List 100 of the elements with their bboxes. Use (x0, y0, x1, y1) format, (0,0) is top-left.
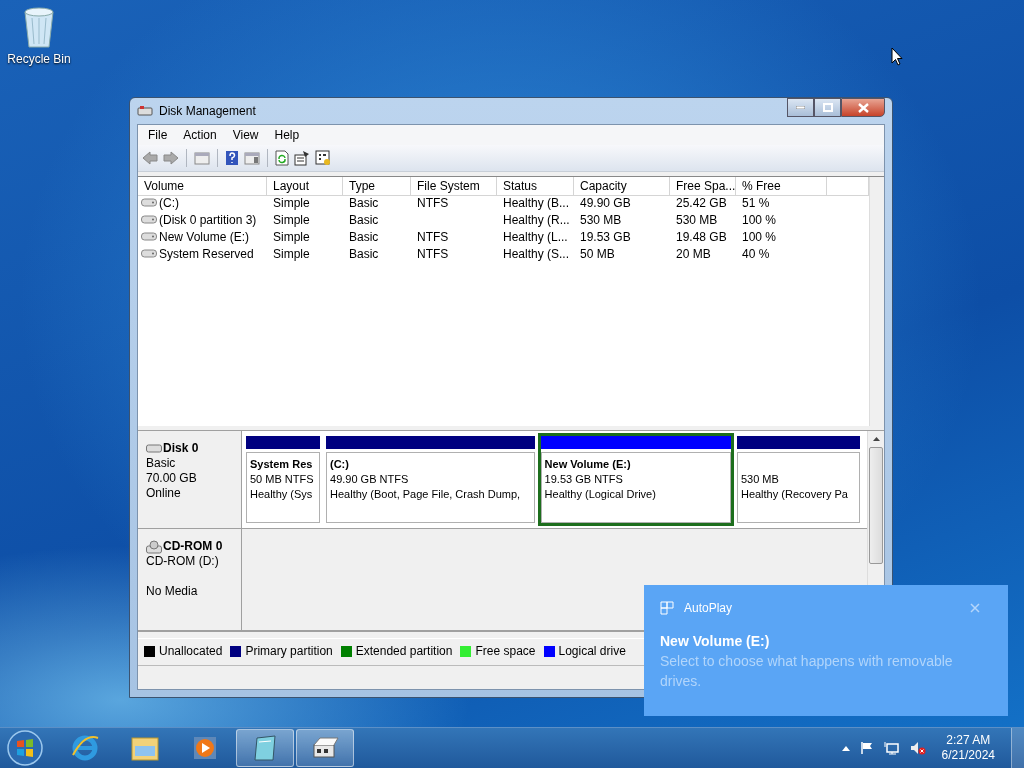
table-cell: System Reserved (159, 246, 254, 261)
recycle-bin-icon[interactable] (22, 6, 56, 48)
cd-drive-icon (146, 539, 162, 554)
disk-icon (311, 735, 339, 761)
table-cell-text: Basic (348, 211, 380, 228)
disk-status: Online (146, 486, 182, 501)
desktop-icon-label[interactable]: Recycle Bin (7, 52, 71, 66)
partition-status: Healthy (Recovery Pa (740, 487, 849, 502)
disk-status: No Media (146, 584, 199, 599)
table-cell-text: 49.90 GB (579, 194, 632, 211)
table-cell-text: 40 % (741, 245, 771, 262)
notepad-icon (251, 734, 279, 762)
drive-icon (146, 444, 162, 453)
column-header[interactable]: Capacity (574, 177, 670, 196)
minimize-icon (796, 106, 805, 109)
taskbar-button[interactable] (296, 729, 354, 767)
disk-detail: 70.00 GB (146, 471, 198, 486)
table-cell-text: Healthy (B... (502, 194, 571, 211)
disk-name: CD-ROM 0 (163, 539, 223, 554)
partition-size: 530 MB (740, 472, 780, 487)
refresh-icon[interactable] (275, 150, 289, 166)
legend-label: Extended partition (355, 644, 453, 658)
table-cell-text: 20 MB (675, 245, 712, 262)
column-header[interactable]: File System (411, 177, 497, 196)
table-cell-text: 50 MB (579, 245, 616, 262)
table-cell-text: 530 MB (579, 211, 623, 228)
back-arrow-icon[interactable] (142, 151, 158, 165)
table-cell-text: Basic (348, 228, 380, 245)
column-header[interactable]: Status (497, 177, 574, 196)
drive-icon (141, 232, 157, 241)
table-cell-text: 51 % (741, 194, 771, 211)
legend-label: Primary partition (245, 644, 333, 658)
scrollbar[interactable] (869, 177, 884, 426)
scroll-up-icon[interactable] (872, 437, 880, 441)
taskbar-button[interactable] (236, 729, 294, 767)
minimize-button[interactable] (787, 98, 814, 117)
column-header[interactable]: % Free (736, 177, 827, 196)
column-header[interactable]: Volume (138, 177, 267, 196)
close-icon (857, 102, 869, 113)
partition-status: Healthy (Logical Drive) (544, 487, 657, 502)
table-cell-text: 19.53 GB (579, 228, 632, 245)
table-cell: (Disk 0 partition 3) (159, 212, 257, 227)
column-header[interactable]: Layout (267, 177, 343, 196)
legend-label: Logical drive (558, 644, 626, 658)
table-cell-text: 100 % (741, 211, 778, 228)
table-cell-text: Simple (272, 245, 311, 262)
column-header[interactable]: Free Spa... (670, 177, 736, 196)
start-button[interactable] (6, 729, 44, 767)
maximize-icon (822, 103, 833, 112)
notification-title: New Volume (E:) (660, 633, 771, 649)
menu-item[interactable]: Help (266, 126, 308, 144)
notification-app-name: AutoPlay (684, 601, 733, 615)
clock-date: 6/21/2024 (941, 748, 995, 763)
show-hidden-icons-icon[interactable] (841, 745, 850, 751)
menu-item[interactable]: File (140, 126, 176, 144)
table-cell-text: Simple (272, 194, 311, 211)
legend-label: Free space (475, 644, 536, 658)
autoplay-icon (660, 601, 674, 615)
disk-detail: CD-ROM (D:) (146, 554, 220, 569)
drive-icon (141, 249, 157, 258)
browser-icon (70, 733, 100, 763)
table-cell-text: Basic (348, 245, 380, 262)
close-button[interactable] (841, 98, 885, 117)
help-icon[interactable] (225, 150, 239, 166)
folder-icon (130, 734, 160, 762)
grid-icon[interactable] (315, 150, 331, 166)
properties-icon[interactable] (294, 150, 310, 166)
clock[interactable]: 2:27 AM 6/21/2024 (935, 733, 1001, 763)
table-cell-text: 25.42 GB (675, 194, 728, 211)
partition-name: New Volume (E:) (544, 457, 632, 472)
table-cell-text: NTFS (416, 245, 450, 262)
table-cell-text: 19.48 GB (675, 228, 728, 245)
speaker-muted-icon[interactable] (909, 741, 926, 755)
table-cell-text: Healthy (R... (502, 211, 571, 228)
column-header[interactable]: Type (343, 177, 411, 196)
partition-size: 50 MB NTFS (250, 472, 315, 487)
menu-item[interactable]: Action (175, 126, 225, 144)
media-player-icon (192, 735, 218, 761)
partition[interactable]: New Volume (E:) 19.53 GB NTFS Healthy (Logical Drive) (537, 433, 734, 526)
panel-icon[interactable] (244, 151, 260, 165)
partition-size: 19.53 GB NTFS (544, 472, 624, 487)
partition-name: System Res (250, 457, 314, 472)
drive-icon (141, 198, 157, 207)
table-cell-text: 530 MB (675, 211, 719, 228)
forward-arrow-icon[interactable] (163, 151, 179, 165)
table-cell-text: Basic (348, 194, 380, 211)
table-cell-text: NTFS (416, 228, 450, 245)
maximize-button[interactable] (814, 98, 841, 117)
legend-label: Unallocated (159, 644, 223, 658)
clock-time: 2:27 AM (946, 733, 991, 748)
network-icon[interactable] (883, 741, 900, 755)
table-cell: New Volume (E:) (159, 229, 250, 244)
flag-icon[interactable] (859, 741, 874, 755)
drive-icon (141, 215, 157, 224)
mouse-pointer-icon (891, 47, 903, 66)
table-cell-text: Healthy (L... (502, 228, 569, 245)
disk-detail: Basic (146, 456, 177, 471)
menu-item[interactable]: View (224, 126, 267, 144)
table-cell-text: Simple (272, 211, 311, 228)
table-cell-text: Simple (272, 228, 311, 245)
